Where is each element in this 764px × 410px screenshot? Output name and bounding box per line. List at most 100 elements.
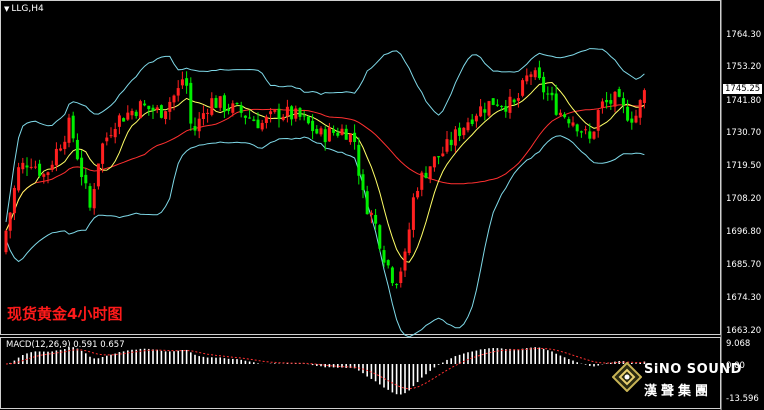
- candle-body: [101, 143, 105, 164]
- candle-body: [432, 156, 436, 168]
- candle-body: [180, 79, 184, 86]
- candle-body: [159, 105, 163, 118]
- candle-body: [420, 172, 424, 190]
- candle-body: [542, 76, 546, 93]
- candle-body: [252, 119, 256, 122]
- candle-body: [567, 119, 571, 124]
- candle-body: [59, 148, 63, 151]
- candle-body: [176, 88, 180, 96]
- candle-body: [340, 128, 344, 135]
- candle-body: [374, 214, 378, 224]
- candle-body: [470, 119, 474, 124]
- candle-body: [357, 144, 361, 176]
- candle-body: [525, 75, 529, 82]
- price-tick: 1741.80: [726, 96, 762, 106]
- candle-body: [54, 148, 58, 166]
- candle-body: [344, 128, 348, 140]
- candle-body: [386, 260, 390, 266]
- candle-body: [579, 131, 583, 133]
- candle-body: [554, 93, 558, 115]
- candle-body: [281, 116, 285, 120]
- candle-body: [617, 89, 621, 97]
- candle-body: [105, 137, 109, 142]
- candle-body: [504, 106, 508, 112]
- candle-body: [231, 103, 235, 113]
- candle-body: [588, 131, 592, 139]
- candle-body: [487, 101, 491, 116]
- candle-body: [151, 107, 155, 111]
- candle-body: [353, 132, 357, 142]
- candle-body: [197, 118, 201, 132]
- candle-body: [189, 82, 193, 124]
- candle-body: [416, 190, 420, 198]
- candle-body: [584, 129, 588, 131]
- candle-body: [168, 101, 172, 112]
- candle-body: [332, 129, 336, 133]
- price-tick: 1730.70: [726, 128, 762, 138]
- moving-average-slow: [5, 104, 645, 231]
- candle-body: [407, 229, 411, 253]
- candle-body: [605, 99, 609, 103]
- candle-body: [403, 251, 407, 271]
- candle-body: [630, 118, 634, 123]
- candle-body: [38, 163, 42, 176]
- moving-average-fast: [5, 81, 645, 263]
- candle-body: [626, 106, 630, 121]
- candle-body: [592, 131, 596, 139]
- candle-body: [441, 153, 445, 157]
- price-tick: 1719.50: [726, 161, 762, 171]
- brand-name-chinese: 漢聲集團: [644, 384, 713, 399]
- candle-body: [42, 174, 46, 177]
- price-tick: 1674.30: [726, 293, 762, 303]
- candle-body: [563, 114, 567, 118]
- candle-body: [33, 166, 37, 168]
- candle-body: [575, 124, 579, 132]
- candle-body: [218, 96, 222, 108]
- candle-body: [500, 105, 504, 107]
- candle-body: [50, 164, 54, 171]
- candle-body: [269, 111, 273, 115]
- candle-body: [294, 108, 298, 119]
- candle-body: [227, 109, 231, 111]
- candle-body: [290, 106, 294, 120]
- symbol-label: ▼ LLG,H4: [4, 4, 44, 14]
- candle-body: [117, 115, 121, 127]
- candle-body: [600, 101, 604, 108]
- price-tick: 1708.20: [726, 194, 762, 204]
- candle-body: [516, 98, 520, 101]
- candle-body: [235, 102, 239, 104]
- candle-body: [479, 106, 483, 117]
- bollinger-bands: [5, 48, 645, 338]
- candle-body: [25, 165, 29, 168]
- candle-body: [609, 100, 613, 104]
- candle-body: [122, 118, 126, 122]
- brand-logo-icon: [612, 362, 642, 392]
- candle-body: [67, 117, 71, 143]
- candle-body: [239, 105, 243, 113]
- candle-body: [277, 108, 281, 120]
- candle-body: [348, 133, 352, 143]
- candle-body: [126, 112, 130, 120]
- candle-body: [29, 166, 33, 168]
- candle-body: [63, 141, 67, 149]
- price-tick: 1764.30: [726, 30, 762, 40]
- candle-body: [449, 139, 453, 146]
- candle-body: [327, 127, 331, 142]
- candle-body: [46, 172, 50, 176]
- candle-body: [306, 116, 310, 124]
- candle-body: [445, 139, 449, 152]
- candle-body: [172, 95, 176, 103]
- candle-body: [550, 92, 554, 96]
- candle-body: [302, 115, 306, 117]
- candle-body: [96, 163, 100, 187]
- candle-body: [273, 110, 277, 112]
- candle-body: [84, 174, 88, 184]
- candle-body: [109, 135, 113, 137]
- candle-body: [256, 119, 260, 129]
- current-price-marker: 1745.25: [723, 84, 763, 94]
- candle-body: [466, 122, 470, 131]
- candle-body: [88, 186, 92, 208]
- brand-name: SiNO SOUND: [644, 362, 742, 377]
- moving-averages: [5, 81, 645, 263]
- candle-body: [369, 212, 373, 215]
